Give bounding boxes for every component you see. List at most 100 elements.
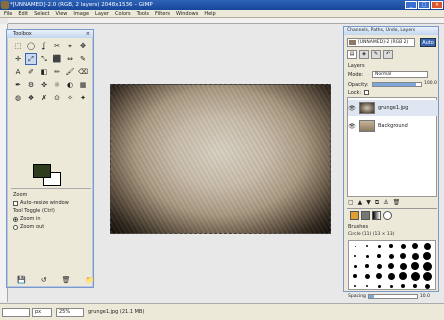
tool-icon-25[interactable]: ❖	[25, 92, 37, 104]
brush-preset[interactable]	[410, 271, 420, 281]
restore-options-icon[interactable]: ↺	[41, 276, 47, 284]
brush-preset[interactable]	[354, 285, 356, 287]
gradient-selector-icon[interactable]	[372, 211, 381, 220]
brush-preset[interactable]	[423, 252, 431, 260]
auto-resize-row[interactable]: Auto-resize window	[13, 199, 91, 207]
zoom-in-radio[interactable]	[13, 216, 18, 222]
tool-icon-18[interactable]: ✒	[12, 79, 24, 91]
brush-preset[interactable]	[423, 242, 431, 250]
dock-title-bar[interactable]: Channels, Paths, Undo, Layers	[344, 27, 438, 35]
brush-preset[interactable]	[412, 243, 418, 249]
toolbox-title-bar[interactable]: Toolbox ×	[7, 30, 93, 38]
brush-preset[interactable]	[422, 261, 432, 271]
tool-icon-9[interactable]: ⬛	[51, 53, 63, 65]
brush-preset[interactable]	[376, 273, 382, 279]
auto-button[interactable]: Auto	[420, 38, 436, 47]
brush-preset[interactable]	[401, 284, 405, 288]
brush-preset[interactable]	[400, 243, 406, 249]
menu-help[interactable]: Help	[204, 11, 215, 17]
lock-alpha-checkbox[interactable]	[364, 90, 369, 95]
brush-preset[interactable]	[411, 262, 419, 270]
zoom-in-option[interactable]: Zoom in	[13, 215, 91, 223]
tab-channels-icon[interactable]: ◈	[359, 50, 369, 59]
brush-preset[interactable]	[354, 245, 356, 247]
tool-icon-2[interactable]: ʆ	[38, 40, 50, 52]
menu-tools[interactable]: Tools	[137, 11, 149, 17]
minimize-button[interactable]: _	[405, 1, 417, 9]
tool-icon-12[interactable]: A	[12, 66, 24, 78]
delete-layer-icon[interactable]: 🗑	[393, 199, 401, 207]
brush-preset[interactable]	[387, 272, 395, 280]
brush-preset[interactable]	[388, 253, 394, 259]
tool-icon-6[interactable]: ✛	[12, 53, 24, 65]
tool-icon-20[interactable]: ✜	[38, 79, 50, 91]
brush-preset[interactable]	[400, 253, 406, 259]
toolbox-close-icon[interactable]: ×	[86, 30, 90, 38]
font-selector-icon[interactable]	[383, 211, 392, 220]
tool-icon-19[interactable]: ⚙	[25, 79, 37, 91]
tool-icon-27[interactable]: ⊙	[51, 92, 63, 104]
tool-icon-17[interactable]: ⌫	[77, 66, 89, 78]
brush-preset[interactable]	[377, 254, 381, 258]
brush-preset[interactable]	[424, 283, 430, 289]
tool-icon-14[interactable]: ◧	[38, 66, 50, 78]
fg-bg-color-selector[interactable]	[33, 164, 63, 188]
mode-select[interactable]: Normal	[372, 71, 428, 78]
brush-preset[interactable]	[389, 244, 393, 248]
delete-options-icon[interactable]: 🗑	[62, 276, 71, 284]
brush-preset[interactable]	[422, 271, 432, 281]
anchor-layer-icon[interactable]: ⚓	[383, 199, 388, 207]
tool-icon-15[interactable]: ✏	[51, 66, 63, 78]
grunge-image-canvas[interactable]	[110, 84, 331, 234]
menu-layer[interactable]: Layer	[95, 11, 109, 17]
tool-icon-11[interactable]: ✎	[77, 53, 89, 65]
brush-preset[interactable]	[376, 263, 382, 269]
tool-icon-8[interactable]: ⤡	[38, 53, 50, 65]
close-button[interactable]: ×	[431, 1, 443, 9]
brush-preset[interactable]	[411, 252, 419, 260]
menu-file[interactable]: File	[4, 11, 12, 17]
tool-icon-3[interactable]: ✂	[51, 40, 63, 52]
brush-preset[interactable]	[389, 284, 393, 288]
tool-icon-13[interactable]: ✐	[25, 66, 37, 78]
brush-preset[interactable]	[365, 254, 369, 258]
brush-preset[interactable]	[364, 273, 370, 279]
tool-icon-29[interactable]: ✦	[77, 92, 89, 104]
pattern-selector-icon[interactable]	[361, 211, 370, 220]
tool-icon-22[interactable]: ◐	[64, 79, 76, 91]
menu-select[interactable]: Select	[34, 11, 49, 17]
tool-icon-28[interactable]: ✧	[64, 92, 76, 104]
zoom-out-option[interactable]: Zoom out	[13, 223, 91, 231]
brush-preset[interactable]	[365, 264, 369, 268]
tab-undo-icon[interactable]: ↶	[383, 50, 393, 59]
tool-icon-7[interactable]: ⤢	[25, 53, 37, 65]
menu-view[interactable]: View	[56, 11, 68, 17]
unit-select[interactable]: px	[32, 308, 52, 317]
opacity-value[interactable]: 100.0	[424, 81, 437, 86]
brush-preset[interactable]	[366, 245, 368, 247]
horizontal-ruler[interactable]	[8, 18, 444, 24]
tool-icon-5[interactable]: ✥	[77, 40, 89, 52]
auto-resize-checkbox[interactable]	[13, 200, 18, 206]
tool-icon-21[interactable]: ☼	[51, 79, 63, 91]
brush-preset[interactable]	[366, 285, 368, 287]
tool-icon-24[interactable]: ◍	[12, 92, 24, 104]
maximize-button[interactable]: □	[418, 1, 430, 9]
visibility-eye-icon[interactable]: 👁	[348, 105, 356, 112]
image-selector[interactable]: [UNNAMED]-2 (RGB 2)	[347, 38, 415, 47]
spacing-value[interactable]: 10.0	[420, 294, 430, 299]
menu-image[interactable]: Image	[73, 11, 89, 17]
layer-row-grunge[interactable]: 👁 grunge1.jpg	[348, 100, 438, 116]
brush-preset[interactable]	[399, 262, 407, 270]
zoom-out-radio[interactable]	[13, 224, 18, 230]
brush-preset[interactable]	[377, 284, 381, 288]
opacity-slider[interactable]	[372, 82, 422, 87]
tool-icon-16[interactable]: 🖌	[64, 66, 76, 78]
brush-preset[interactable]	[353, 274, 357, 278]
menu-edit[interactable]: Edit	[18, 11, 28, 17]
menu-filters[interactable]: Filters	[155, 11, 170, 17]
menu-windows[interactable]: Windows	[176, 11, 198, 17]
layer-row-background[interactable]: 👁 Background	[348, 118, 438, 134]
save-options-icon[interactable]: 💾	[17, 276, 26, 284]
brush-preset[interactable]	[354, 255, 356, 257]
